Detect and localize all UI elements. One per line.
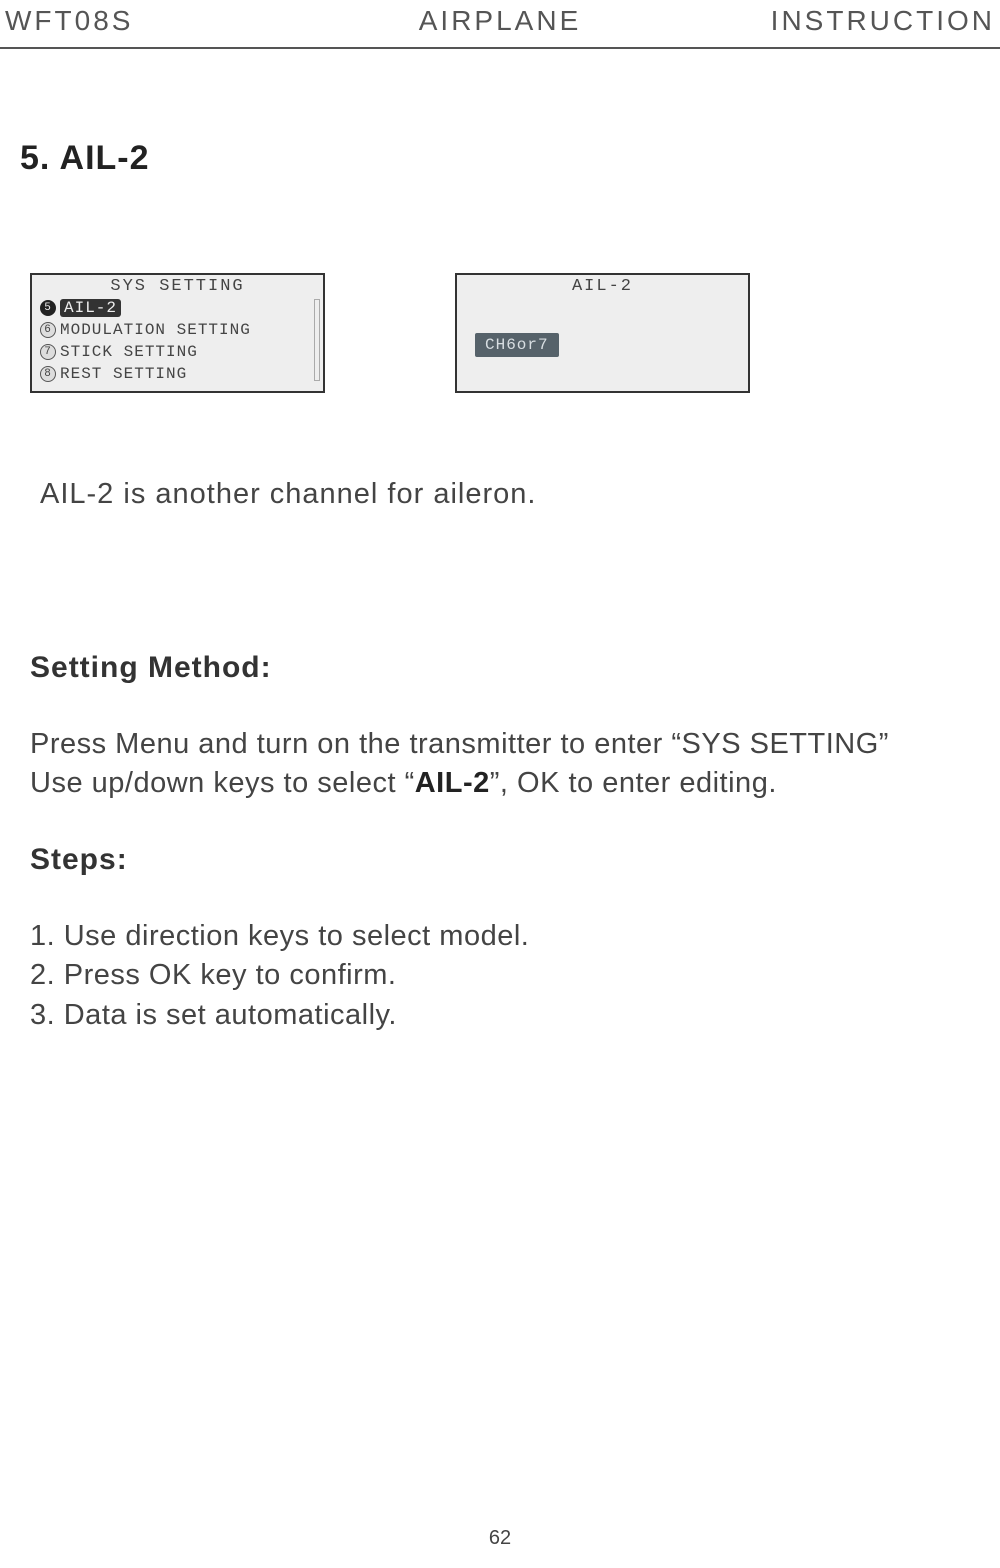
row-label: AIL-2 bbox=[60, 299, 121, 317]
steps-heading: Steps: bbox=[30, 843, 1000, 877]
page-header: WFT08S AIRPLANE INSTRUCTION bbox=[0, 0, 1000, 49]
method-line-part: Use up/down keys to select “ bbox=[30, 767, 415, 799]
row-label: MODULATION SETTING bbox=[60, 321, 251, 339]
screen-ail2: AIL-2 CH6or7 bbox=[455, 273, 750, 393]
header-category: AIRPLANE bbox=[335, 5, 665, 37]
screen1-title: SYS SETTING bbox=[32, 275, 323, 297]
steps-list: 1. Use direction keys to select model. 2… bbox=[30, 917, 1000, 1034]
screen-sys-setting: SYS SETTING 5 AIL-2 6 MODULATION SETTING… bbox=[30, 273, 325, 393]
screenshots-row: SYS SETTING 5 AIL-2 6 MODULATION SETTING… bbox=[30, 273, 1000, 393]
header-doc-type: INSTRUCTION bbox=[665, 5, 995, 37]
setting-method-heading: Setting Method: bbox=[30, 651, 1000, 685]
row-number-icon: 6 bbox=[40, 322, 56, 338]
screen1-row: 6 MODULATION SETTING bbox=[32, 319, 323, 341]
row-number-icon: 8 bbox=[40, 366, 56, 382]
screen2-title: AIL-2 bbox=[457, 275, 748, 297]
row-number-icon: 5 bbox=[40, 300, 56, 316]
method-bold: AIL-2 bbox=[415, 767, 490, 799]
section-title: 5. AIL-2 bbox=[20, 139, 1000, 178]
method-line: Press Menu and turn on the transmitter t… bbox=[30, 728, 889, 760]
method-line-part: ”, OK to enter editing. bbox=[490, 767, 777, 799]
scrollbar-icon bbox=[314, 299, 320, 381]
step-item: 1. Use direction keys to select model. bbox=[30, 917, 1000, 956]
description-text: AIL-2 is another channel for aileron. bbox=[40, 478, 1000, 511]
step-item: 3. Data is set automatically. bbox=[30, 996, 1000, 1035]
screen1-row: 8 REST SETTING bbox=[32, 363, 323, 385]
row-number-icon: 7 bbox=[40, 344, 56, 360]
row-label: STICK SETTING bbox=[60, 343, 198, 361]
step-item: 2. Press OK key to confirm. bbox=[30, 956, 1000, 995]
page-number: 62 bbox=[489, 1527, 511, 1550]
screen2-channel-button: CH6or7 bbox=[475, 333, 559, 357]
setting-method-text: Press Menu and turn on the transmitter t… bbox=[30, 725, 1000, 803]
row-label: REST SETTING bbox=[60, 365, 187, 383]
header-model: WFT08S bbox=[5, 5, 335, 37]
screen1-row: 5 AIL-2 bbox=[32, 297, 323, 319]
screen1-row: 7 STICK SETTING bbox=[32, 341, 323, 363]
